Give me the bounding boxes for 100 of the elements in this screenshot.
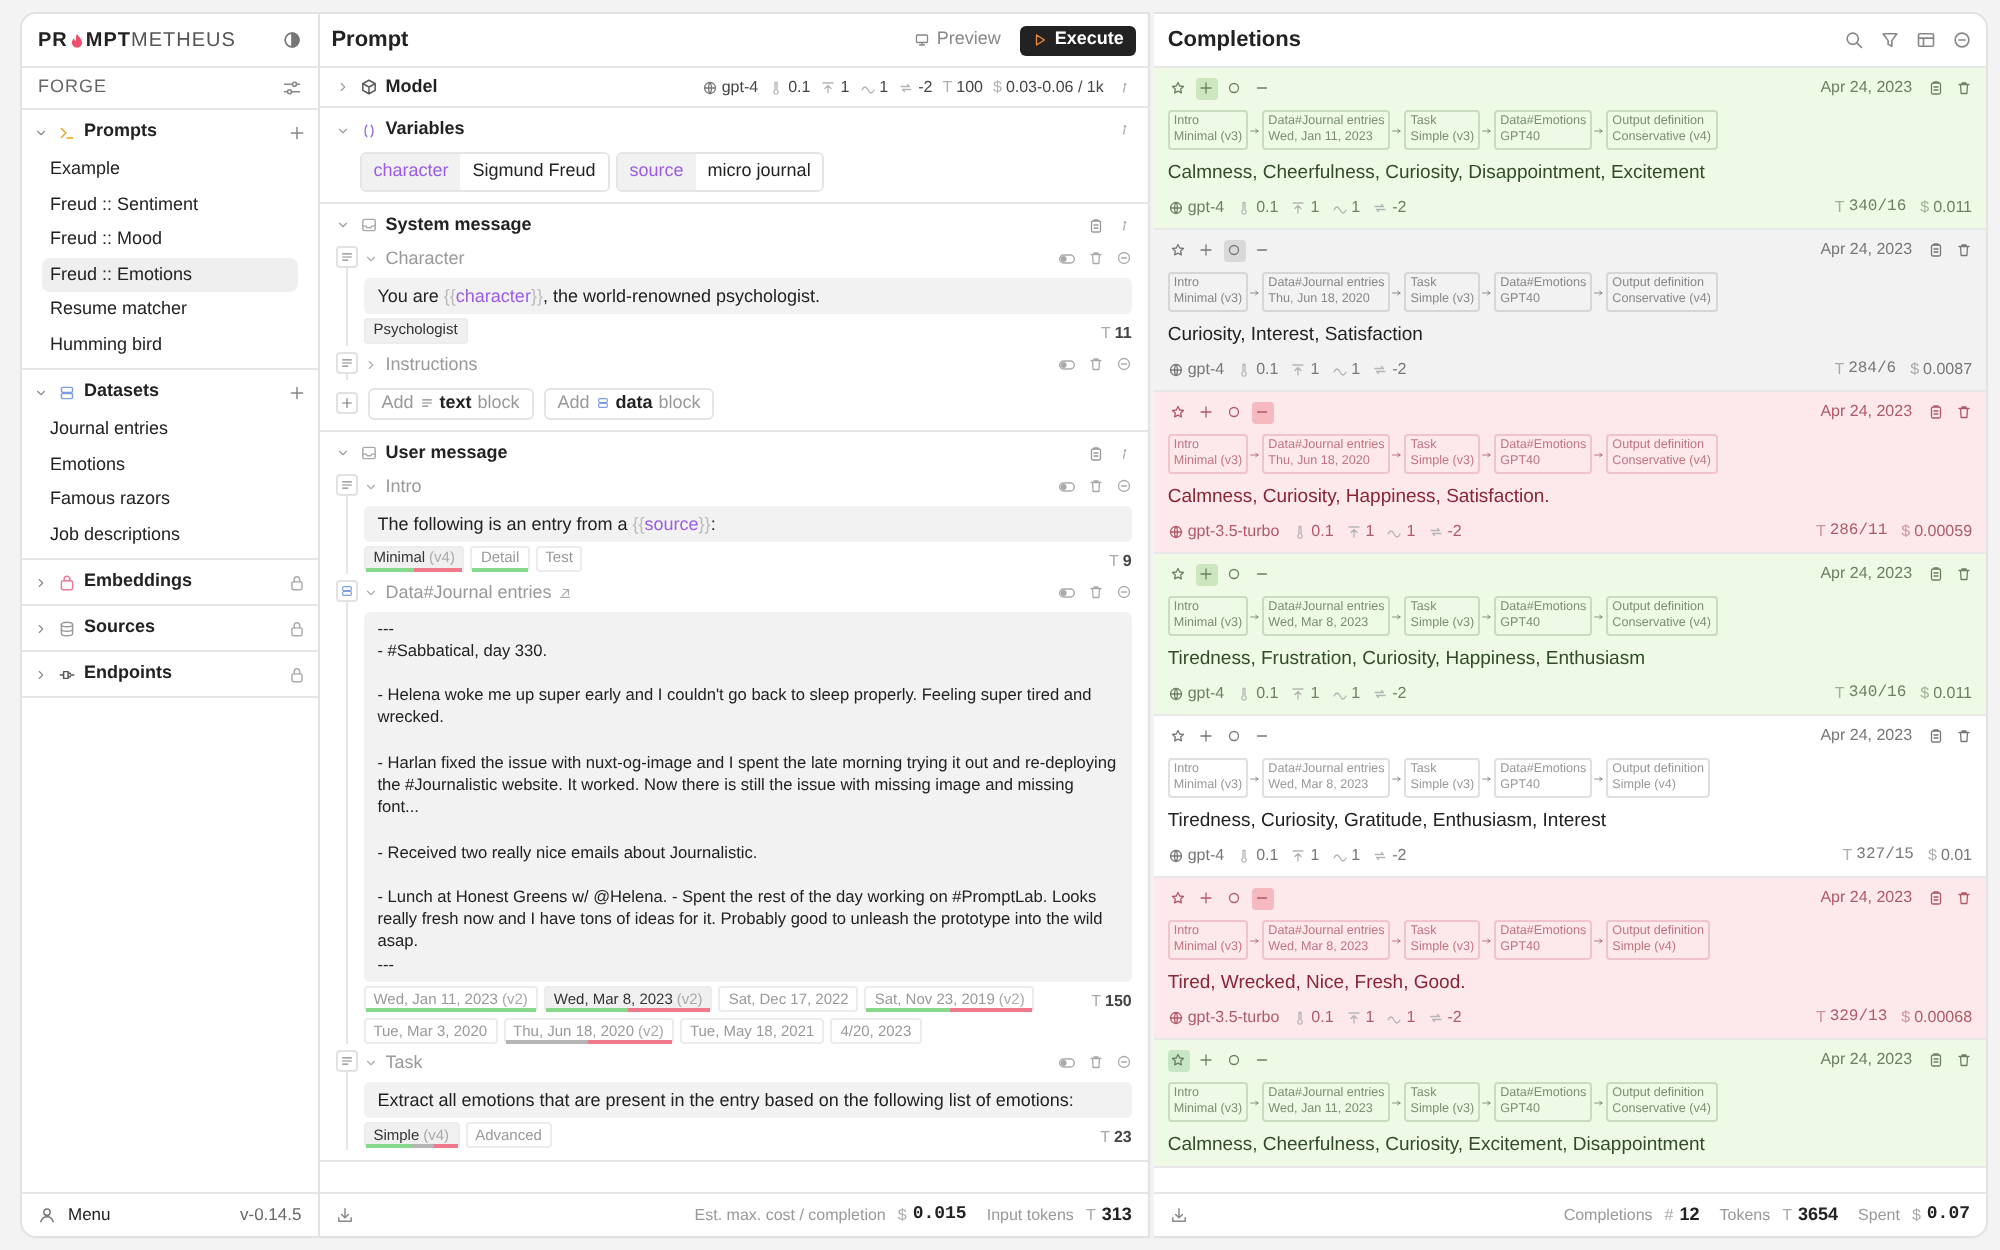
add-block-button[interactable]: Add data block <box>543 387 715 419</box>
external-link-icon[interactable] <box>557 586 572 600</box>
chevron-icon[interactable] <box>363 1056 378 1071</box>
toggle-icon[interactable] <box>1057 478 1076 496</box>
sidebar-item[interactable]: Journal entries <box>42 412 298 447</box>
remove-icon[interactable] <box>1115 584 1132 600</box>
layout-icon[interactable] <box>1916 30 1937 50</box>
block-text[interactable]: The following is an entry from a {{source}}: <box>363 505 1132 541</box>
clipboard-icon[interactable] <box>1928 80 1945 96</box>
chevron-icon[interactable] <box>363 252 378 266</box>
download-icon[interactable] <box>335 1206 354 1224</box>
block-text[interactable]: You are {{character}}, the world-renowned psychologist. <box>363 277 1132 313</box>
star-button[interactable] <box>1167 563 1190 585</box>
toggle-icon[interactable] <box>1057 584 1076 602</box>
trash-icon[interactable] <box>1087 356 1104 372</box>
sidebar-item[interactable]: Freud :: Emotions <box>42 257 298 292</box>
clipboard-icon[interactable] <box>1928 728 1945 744</box>
chevron-icon[interactable] <box>335 218 350 232</box>
contrast-icon[interactable] <box>281 30 302 50</box>
section-title[interactable]: Endpoints <box>84 660 288 688</box>
section-title[interactable]: Datasets <box>84 378 288 406</box>
execute-button[interactable]: Execute <box>1020 25 1136 55</box>
sidebar-item[interactable]: Famous razors <box>42 482 298 517</box>
clipboard-icon[interactable] <box>1928 890 1945 906</box>
trash-icon[interactable] <box>1956 890 1973 906</box>
trash-icon[interactable] <box>1087 478 1104 494</box>
text-lines-icon[interactable] <box>340 355 355 369</box>
database-icon[interactable] <box>340 583 355 597</box>
section-title[interactable]: User message <box>385 439 1088 467</box>
trash-icon[interactable] <box>1087 250 1104 266</box>
chevron-icon[interactable] <box>34 385 48 399</box>
remove-icon[interactable] <box>1115 1054 1132 1071</box>
text-lines-icon[interactable] <box>340 249 355 263</box>
add-block-button[interactable]: Add text block <box>367 387 534 419</box>
section-title[interactable]: Prompts <box>84 118 288 146</box>
clipboard-icon[interactable] <box>1928 242 1945 258</box>
chevron-icon[interactable] <box>34 125 48 139</box>
variable-name[interactable]: character <box>361 154 461 189</box>
chevron-icon[interactable] <box>363 586 378 600</box>
circle-button[interactable] <box>1223 239 1246 261</box>
chevron-icon[interactable] <box>363 358 378 372</box>
variable-name[interactable]: source <box>617 154 696 189</box>
trash-icon[interactable] <box>1956 404 1973 420</box>
add-icon[interactable] <box>287 383 306 401</box>
sidebar-item[interactable]: Emotions <box>42 447 298 482</box>
preview-button[interactable]: Preview <box>906 25 1009 55</box>
clipboard-icon[interactable] <box>1087 217 1104 233</box>
section-title[interactable]: System message <box>385 211 1088 239</box>
sidebar-item[interactable]: Freud :: Sentiment <box>42 187 298 222</box>
trash-icon[interactable] <box>1087 584 1104 600</box>
chevron-icon[interactable] <box>34 575 48 589</box>
plus-button[interactable] <box>1195 563 1218 585</box>
trash-icon[interactable] <box>1956 1052 1973 1068</box>
search-icon[interactable] <box>1844 30 1865 50</box>
toggle-icon[interactable] <box>1057 1054 1076 1073</box>
star-button[interactable] <box>1167 77 1190 99</box>
star-button[interactable] <box>1167 239 1190 261</box>
add-icon[interactable] <box>287 123 306 141</box>
chevron-icon[interactable] <box>335 446 350 460</box>
chevron-icon[interactable] <box>335 80 350 94</box>
chevron-icon[interactable] <box>34 667 48 681</box>
sidebar-item[interactable]: Resume matcher <box>42 292 298 327</box>
text-lines-icon[interactable] <box>340 477 355 491</box>
menu-link[interactable]: Menu <box>68 1202 111 1228</box>
trash-icon[interactable] <box>1956 566 1973 582</box>
clipboard-icon[interactable] <box>1087 445 1104 461</box>
trash-icon[interactable] <box>1956 728 1973 744</box>
star-button[interactable] <box>1167 725 1190 747</box>
trash-icon[interactable] <box>1956 80 1973 96</box>
block-text[interactable]: --- - #Sabbatical, day 330. - Helena woke me up super early and I couldn't go back to sleep properly. Feeling super tired and wrecked. - Harlan fixed the issue with nuxt-og-image and I spent the late morning trying it out and re-deploying the #Journalistic website. It worked. Now there is still the issue with missing image and missing font... - Received two really nice emails about Journalistic. - Lunch at Honest Greens w/ @Helena. - Spent the rest of the day working on #PromptLab. Looks really fresh now and I have tons of ideas for it. Probably good to unleash the prototype into the wild asap. --- <box>363 611 1132 982</box>
sidebar-item[interactable]: Freud :: Mood <box>42 222 298 257</box>
plus-button[interactable] <box>1195 77 1218 99</box>
clipboard-icon[interactable] <box>1928 1052 1945 1068</box>
chevron-icon[interactable] <box>335 123 350 137</box>
remove-icon[interactable] <box>1115 250 1132 266</box>
remove-icon[interactable] <box>1952 30 1973 50</box>
trash-icon[interactable] <box>1956 242 1973 258</box>
sidebar-item[interactable]: Job descriptions <box>42 517 298 552</box>
remove-icon[interactable] <box>1115 356 1132 372</box>
toggle-icon[interactable] <box>1057 250 1076 268</box>
toggle-icon[interactable] <box>1057 356 1076 374</box>
section-title[interactable]: Variables <box>385 116 1116 144</box>
chevron-icon[interactable] <box>34 621 48 635</box>
trash-icon[interactable] <box>1087 1054 1104 1071</box>
text-lines-icon[interactable] <box>340 1053 355 1068</box>
minus-button[interactable] <box>1251 401 1274 423</box>
clipboard-icon[interactable] <box>1928 404 1945 420</box>
download-icon[interactable] <box>1169 1206 1188 1224</box>
settings-icon[interactable] <box>281 78 302 98</box>
chevron-icon[interactable] <box>363 480 378 494</box>
filter-icon[interactable] <box>1880 30 1901 50</box>
star-button[interactable] <box>1167 1049 1190 1071</box>
clipboard-icon[interactable] <box>1928 566 1945 582</box>
sidebar-item[interactable]: Example <box>42 152 298 187</box>
minus-button[interactable] <box>1251 887 1274 909</box>
star-button[interactable] <box>1167 401 1190 423</box>
block-text[interactable]: Extract all emotions that are present in the entry based on the following list of emotions: <box>363 1081 1132 1118</box>
star-button[interactable] <box>1167 887 1190 909</box>
remove-icon[interactable] <box>1115 478 1132 494</box>
section-title[interactable]: Model <box>385 73 702 101</box>
